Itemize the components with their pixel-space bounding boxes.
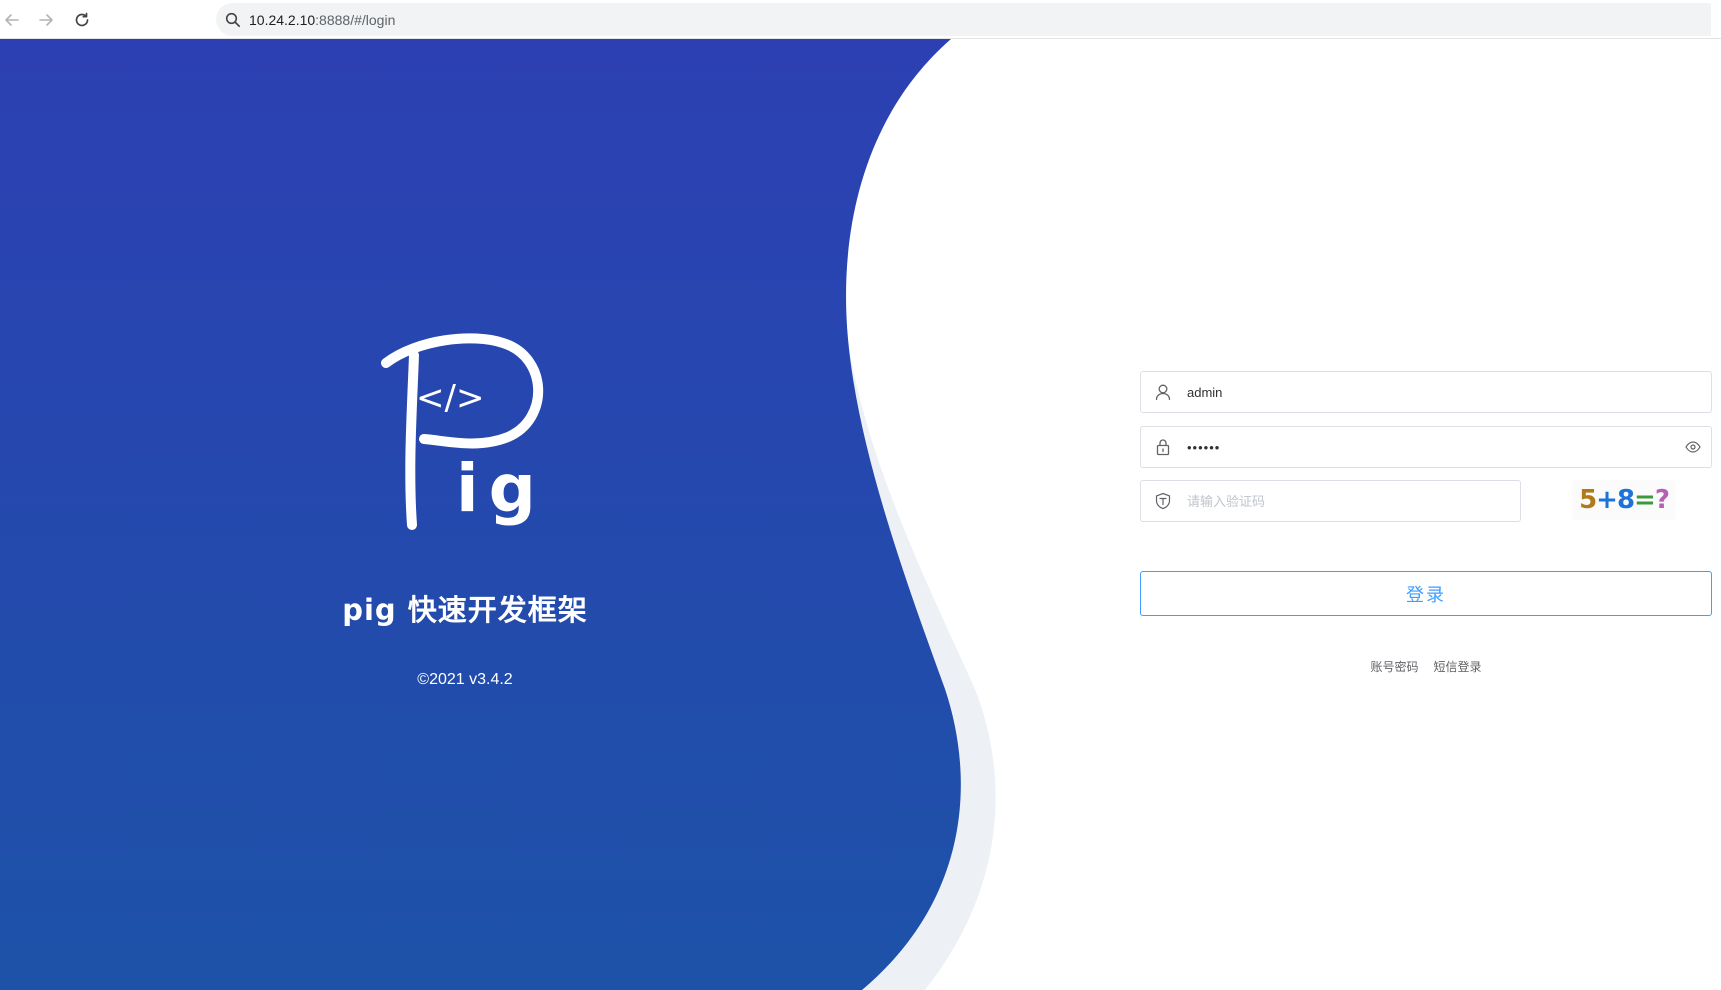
search-icon xyxy=(224,11,242,29)
arrow-right-icon xyxy=(39,14,53,26)
browser-toolbar: 10.24.2.10:8888/#/login xyxy=(0,0,1721,39)
captcha-char: = xyxy=(1634,485,1656,515)
login-button[interactable]: 登录 xyxy=(1140,571,1712,616)
url-host: 10.24.2.10 xyxy=(249,11,316,28)
captcha-char: 5 xyxy=(1579,485,1597,515)
password-field[interactable]: •••••• xyxy=(1140,426,1712,468)
url-text: 10.24.2.10:8888/#/login xyxy=(249,12,395,28)
logo-code-text: </> xyxy=(416,378,484,418)
login-mode-tabs: 账号密码 短信登录 xyxy=(1140,658,1712,675)
captcha-input[interactable] xyxy=(1185,481,1520,521)
captcha-char: ? xyxy=(1654,485,1670,515)
login-form: •••••• 5 + 8 = ? 登录 xyxy=(1140,39,1712,990)
reload-button[interactable] xyxy=(70,8,94,32)
forward-button[interactable] xyxy=(34,8,58,32)
tab-sms-login[interactable]: 短信登录 xyxy=(1434,658,1482,675)
login-page: </> ig pig 快速开发框架 ©2021 v3.4.2 admin •••… xyxy=(0,39,1721,990)
show-password-toggle[interactable] xyxy=(1675,427,1711,467)
logo-ig-text: ig xyxy=(456,450,546,527)
lock-icon xyxy=(1141,427,1185,467)
username-input[interactable] xyxy=(1185,372,1711,412)
pig-logo: </> ig xyxy=(381,333,546,530)
brand-panel: </> ig pig 快速开发框架 ©2021 v3.4.2 xyxy=(0,39,930,990)
reload-icon xyxy=(75,12,89,27)
password-input[interactable]: •••••• xyxy=(1185,440,1675,455)
copyright-text: ©2021 v3.4.2 xyxy=(417,671,513,688)
captcha-field[interactable] xyxy=(1140,480,1521,522)
eye-icon xyxy=(1685,441,1701,453)
url-path: :8888/#/login xyxy=(315,11,396,28)
captcha-char: + xyxy=(1596,485,1618,515)
captcha-image[interactable]: 5 + 8 = ? xyxy=(1573,480,1675,520)
user-icon xyxy=(1141,372,1185,412)
brand-title: pig 快速开发框架 xyxy=(342,593,588,627)
captcha-char: 8 xyxy=(1616,485,1635,515)
back-button[interactable] xyxy=(0,8,24,32)
arrow-left-icon xyxy=(5,14,19,26)
address-bar[interactable]: 10.24.2.10:8888/#/login xyxy=(216,3,1711,36)
tab-account-password[interactable]: 账号密码 xyxy=(1370,658,1418,675)
username-field[interactable] xyxy=(1140,371,1712,413)
shield-icon xyxy=(1141,481,1185,521)
